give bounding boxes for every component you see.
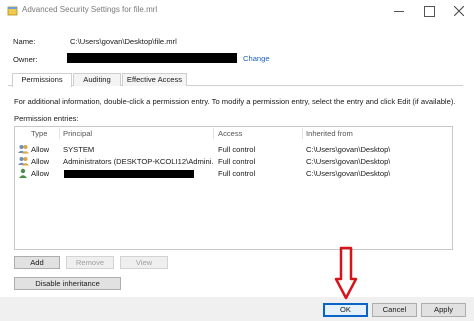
column-divider bbox=[213, 128, 214, 139]
entry-principal: SYSTEM bbox=[63, 145, 95, 154]
table-row[interactable]: Allow Full control C:\Users\govan\Deskto… bbox=[16, 167, 452, 180]
disable-inheritance-button[interactable]: Disable inheritance bbox=[14, 277, 121, 290]
entry-principal-redacted bbox=[64, 170, 194, 178]
entry-principal: Administrators (DESKTOP-KCOLI12\Admini..… bbox=[63, 157, 213, 166]
change-owner-link[interactable]: Change bbox=[243, 54, 270, 63]
title-bar: Advanced Security Settings for file.mrl bbox=[0, 0, 474, 22]
entry-access: Full control bbox=[218, 145, 256, 154]
owner-value-redacted bbox=[67, 53, 237, 63]
permission-entries-table[interactable]: Type Principal Access Inherited from All… bbox=[14, 126, 453, 250]
entry-inherited-from: C:\Users\govan\Desktop\ bbox=[306, 145, 391, 154]
security-settings-icon bbox=[7, 6, 18, 16]
name-value: C:\Users\govan\Desktop\file.mrl bbox=[70, 37, 177, 46]
user-icon bbox=[19, 168, 27, 178]
entry-inherited-from: C:\Users\govan\Desktop\ bbox=[306, 157, 391, 166]
entry-inherited-from: C:\Users\govan\Desktop\ bbox=[306, 169, 391, 178]
close-button[interactable] bbox=[443, 0, 474, 22]
column-divider bbox=[302, 128, 303, 139]
entry-type: Allow bbox=[31, 169, 50, 178]
column-divider bbox=[59, 128, 60, 139]
maximize-button[interactable] bbox=[413, 0, 445, 22]
column-header-access[interactable]: Access bbox=[218, 129, 242, 138]
window-title: Advanced Security Settings for file.mrl bbox=[22, 5, 158, 14]
tab-permissions[interactable]: Permissions bbox=[12, 73, 72, 87]
info-text: For additional information, double-click… bbox=[14, 97, 456, 106]
entry-access: Full control bbox=[218, 169, 256, 178]
users-group-icon bbox=[18, 145, 29, 154]
cancel-button[interactable]: Cancel bbox=[372, 303, 417, 317]
ok-button[interactable]: OK bbox=[323, 303, 368, 317]
column-header-type[interactable]: Type bbox=[31, 129, 47, 138]
tab-effective-access[interactable]: Effective Access bbox=[122, 73, 187, 86]
entry-type: Allow bbox=[31, 145, 50, 154]
close-icon bbox=[454, 6, 464, 16]
view-button[interactable]: View bbox=[120, 256, 168, 269]
remove-button[interactable]: Remove bbox=[66, 256, 114, 269]
permission-entries-label: Permission entries: bbox=[14, 114, 79, 123]
entry-access: Full control bbox=[218, 157, 256, 166]
name-label: Name: bbox=[13, 37, 36, 46]
users-group-icon bbox=[18, 157, 29, 166]
column-header-inherited-from[interactable]: Inherited from bbox=[306, 129, 353, 138]
owner-label: Owner: bbox=[13, 55, 38, 64]
entry-type: Allow bbox=[31, 157, 50, 166]
apply-button[interactable]: Apply bbox=[421, 303, 466, 317]
column-header-principal[interactable]: Principal bbox=[63, 129, 92, 138]
tab-auditing[interactable]: Auditing bbox=[73, 73, 121, 86]
minimize-button[interactable] bbox=[383, 0, 415, 22]
down-arrow-annotation-icon bbox=[334, 246, 358, 300]
add-button[interactable]: Add bbox=[14, 256, 60, 269]
